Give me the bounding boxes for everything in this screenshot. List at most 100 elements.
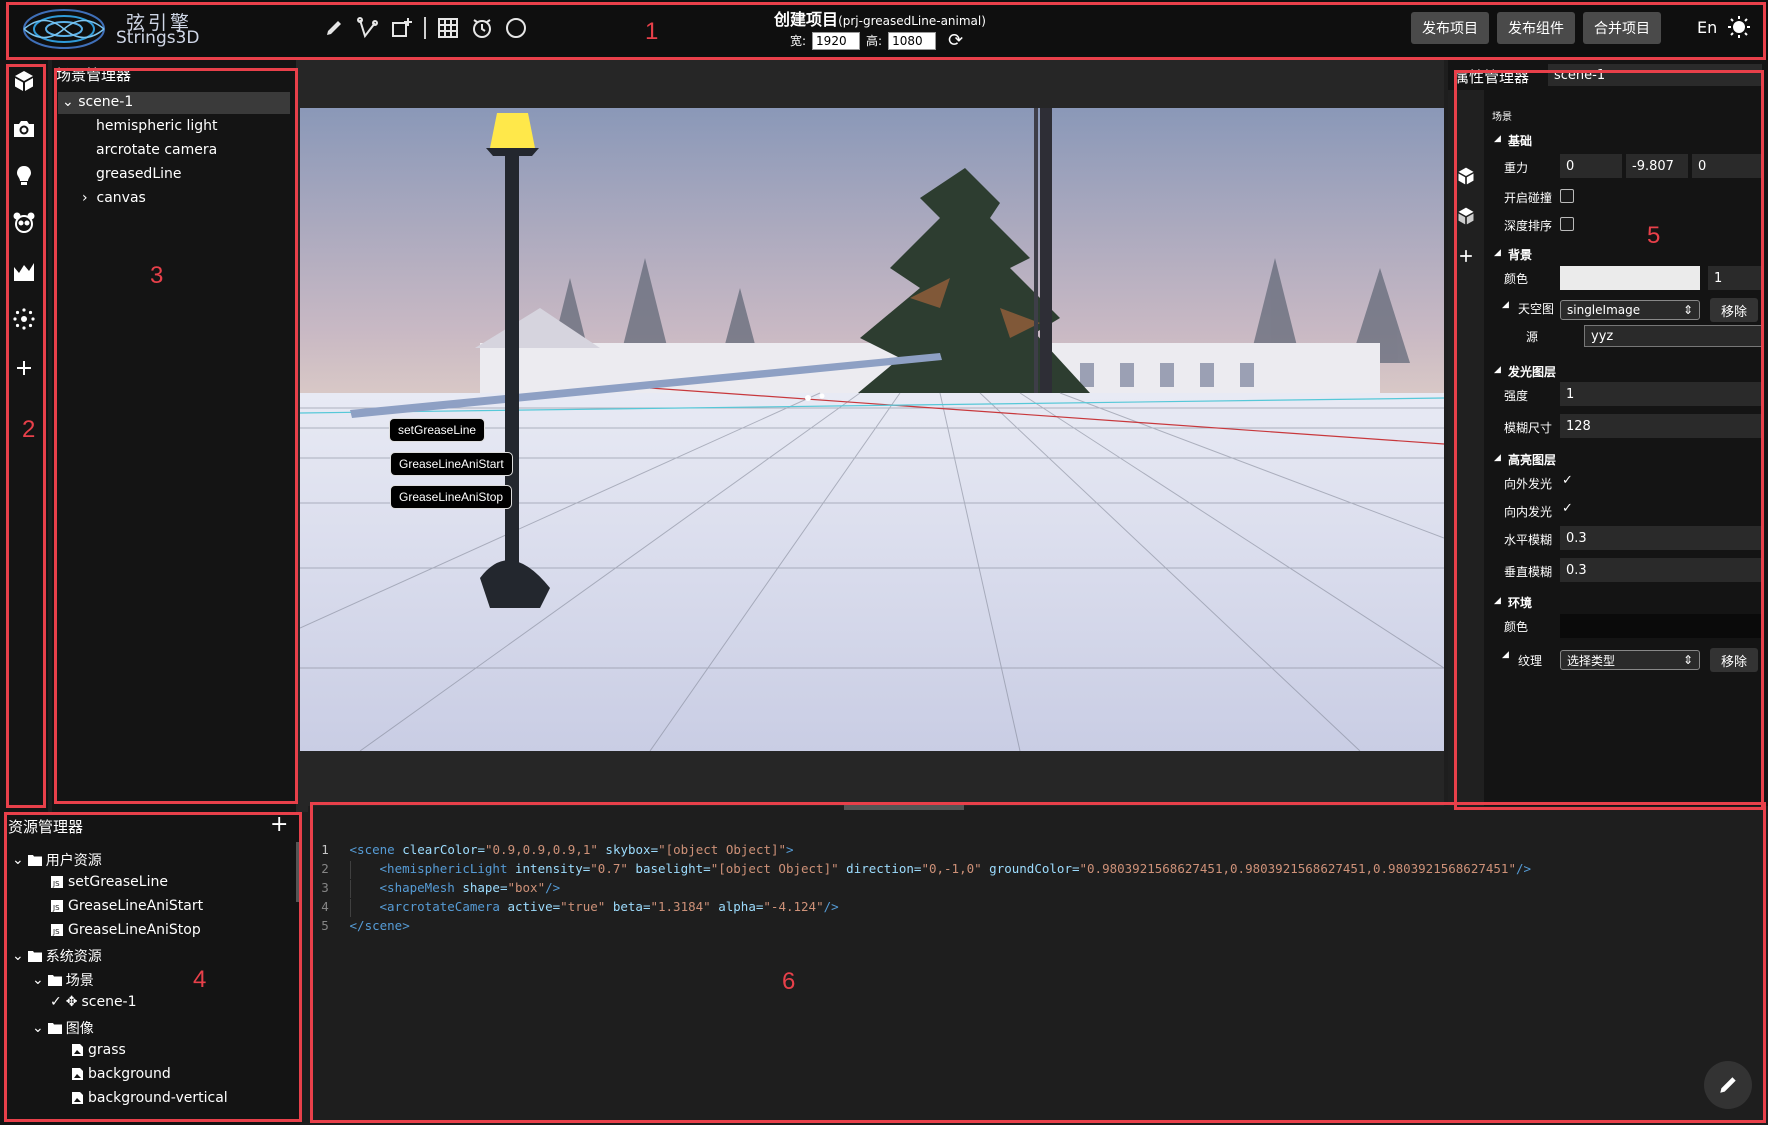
environment-section-title: 环境 [1508, 596, 1533, 610]
annotation-label-3: 3 [150, 262, 164, 289]
plus-icon[interactable] [12, 356, 36, 380]
add-resource-icon[interactable]: + [270, 812, 288, 837]
code-line: 1 <scene clearColor="0.9,0.9,0.9,1" skyb… [321, 842, 794, 857]
tree-item-canvas[interactable]: › canvas [82, 190, 146, 206]
height-input[interactable] [888, 31, 937, 50]
tree-item-scene-1[interactable]: ⌄ scene-1 [62, 94, 133, 110]
gravity-z-input[interactable] [1692, 154, 1762, 178]
resource-manager-panel: 资源管理器 + ⌄ 用户资源 JS setGreaseLine JS GreaseLi… [0, 812, 300, 1125]
tree-item-user-resources[interactable]: ⌄ 用户资源 [12, 850, 102, 870]
node-edit-icon[interactable] [356, 16, 380, 40]
clock-icon[interactable] [470, 16, 494, 40]
editor-resize-handle[interactable] [844, 805, 964, 810]
chevron-down-icon[interactable]: ⌄ [12, 948, 24, 964]
resource-manager-title: 资源管理器 [8, 818, 84, 836]
source-input[interactable] [1584, 325, 1762, 347]
triangle-down-icon[interactable]: ◢ [1494, 453, 1501, 463]
resource-scrollbar[interactable] [296, 842, 300, 902]
cube-icon[interactable] [12, 69, 36, 93]
tree-item-arcrotate-camera[interactable]: arcrotate camera [96, 142, 217, 158]
width-input[interactable] [812, 31, 861, 50]
chevron-right-icon[interactable]: › [82, 190, 88, 206]
vertical-blur-input[interactable] [1560, 558, 1762, 582]
refresh-icon[interactable]: ⟳ [948, 30, 963, 51]
object-name-input[interactable] [1548, 64, 1762, 86]
tree-item-images-folder[interactable]: ⌄ 图像 [32, 1018, 94, 1038]
publish-component-button[interactable]: 发布组件 [1497, 12, 1575, 44]
environment-color-swatch[interactable] [1560, 614, 1762, 638]
grid-icon[interactable] [436, 16, 460, 40]
gravity-x-input[interactable] [1560, 154, 1622, 178]
width-label: 宽: [790, 34, 807, 48]
publish-project-button[interactable]: 发布项目 [1411, 12, 1489, 44]
gravity-y-input[interactable] [1626, 154, 1688, 178]
language-toggle[interactable]: En [1697, 18, 1717, 37]
light-bulb-icon[interactable] [12, 164, 36, 188]
chevron-down-icon[interactable]: ⌄ [32, 972, 44, 988]
app-root: 弦引擎 Strings3D 创建项目(prj-greasedLine-anima… [0, 0, 1768, 1125]
tree-item-system-resources[interactable]: ⌄ 系统资源 [12, 946, 102, 966]
texture-remove-button[interactable]: 移除 [1710, 648, 1758, 672]
background-color-swatch[interactable] [1560, 266, 1700, 290]
circle-icon[interactable] [504, 16, 528, 40]
triangle-down-icon[interactable]: ◢ [1494, 134, 1501, 144]
texture-select[interactable]: 选择类型 ⇕ [1560, 650, 1700, 670]
project-title: 创建项目(prj-greasedLine-animal) [774, 10, 986, 29]
triangle-down-icon[interactable]: ◢ [1502, 300, 1509, 310]
plus-icon[interactable] [1456, 246, 1476, 266]
tree-item-grease-line-ani-start[interactable]: JS GreaseLineAniStart [50, 898, 203, 914]
cube-outline-icon[interactable] [1456, 206, 1476, 226]
chevron-down-icon[interactable]: ⌄ [12, 852, 24, 868]
camera-icon[interactable] [12, 117, 36, 141]
code-editor[interactable]: 1 <scene clearColor="0.9,0.9,0.9,1" skyb… [308, 806, 1768, 1125]
skybox-select[interactable]: singleImage ⇕ [1560, 300, 1700, 320]
edit-fab-button[interactable] [1704, 1061, 1752, 1109]
project-id: (prj-greasedLine-animal) [838, 14, 986, 28]
terrain-icon[interactable] [12, 259, 36, 283]
top-toolbar: 弦引擎 Strings3D 创建项目(prj-greasedLine-anima… [0, 0, 1768, 60]
chevron-down-icon[interactable]: ⌄ [32, 1020, 44, 1036]
cube-icon[interactable] [1456, 166, 1476, 186]
tree-item-background[interactable]: background [70, 1066, 171, 1082]
skybox-remove-button[interactable]: 移除 [1710, 298, 1758, 322]
inner-glow-checkbox[interactable]: ✓ [1562, 501, 1573, 516]
pencil-icon[interactable] [322, 16, 346, 40]
inner-glow-label: 向内发光 [1504, 505, 1553, 519]
triangle-down-icon[interactable]: ◢ [1502, 650, 1509, 660]
glow-blur-input[interactable] [1560, 414, 1762, 438]
background-alpha-input[interactable] [1708, 266, 1762, 290]
texture-label: 纹理 [1518, 654, 1543, 668]
triangle-down-icon[interactable]: ◢ [1494, 365, 1501, 375]
tree-item-set-grease-line[interactable]: JS setGreaseLine [50, 874, 168, 890]
tree-item-grass[interactable]: grass [70, 1042, 126, 1058]
image-file-icon [72, 1068, 83, 1080]
grease-line-ani-start-button[interactable]: GreaseLineAniStart [390, 452, 513, 476]
tree-item-hemispheric-light[interactable]: hemispheric light [96, 118, 218, 134]
sun-icon[interactable] [1727, 15, 1751, 39]
set-grease-line-button[interactable]: setGreaseLine [389, 418, 486, 442]
chevron-down-icon[interactable]: ⌄ [62, 94, 74, 110]
add-shape-icon[interactable] [390, 16, 414, 40]
tree-item-scene-1-resource[interactable]: ✓ ✥ scene-1 [50, 994, 137, 1010]
horizontal-blur-label: 水平模糊 [1504, 533, 1553, 547]
grease-line-ani-stop-button[interactable]: GreaseLineAniStop [390, 485, 513, 509]
triangle-down-icon[interactable]: ◢ [1494, 596, 1501, 606]
outer-glow-checkbox[interactable]: ✓ [1562, 473, 1573, 488]
annotation-label-1: 1 [645, 18, 659, 45]
tree-item-grease-line-ani-stop[interactable]: JS GreaseLineAniStop [50, 922, 201, 938]
glow-intensity-input[interactable] [1560, 382, 1762, 406]
panda-icon[interactable] [12, 211, 36, 235]
merge-project-button[interactable]: 合并项目 [1583, 12, 1661, 44]
depth-sort-checkbox[interactable] [1560, 217, 1574, 231]
height-label: 高: [866, 34, 883, 48]
triangle-down-icon[interactable]: ◢ [1494, 248, 1501, 258]
annotation-label-6: 6 [782, 968, 796, 995]
tree-item-background-vertical[interactable]: background-vertical [70, 1090, 228, 1106]
tree-item-scenes-folder[interactable]: ⌄ 场景 [32, 970, 94, 990]
horizontal-blur-input[interactable] [1560, 526, 1762, 550]
properties-panel: 属性管理器 场景 ◢ 基础 重力 开启碰撞 深度排序 ◢ 背景 颜色 ◢ 天空图… [1448, 60, 1768, 812]
tree-item-greasedline[interactable]: greasedLine [96, 166, 182, 182]
collision-checkbox[interactable] [1560, 189, 1574, 203]
particles-icon[interactable] [12, 307, 36, 331]
folder-icon [27, 951, 42, 962]
